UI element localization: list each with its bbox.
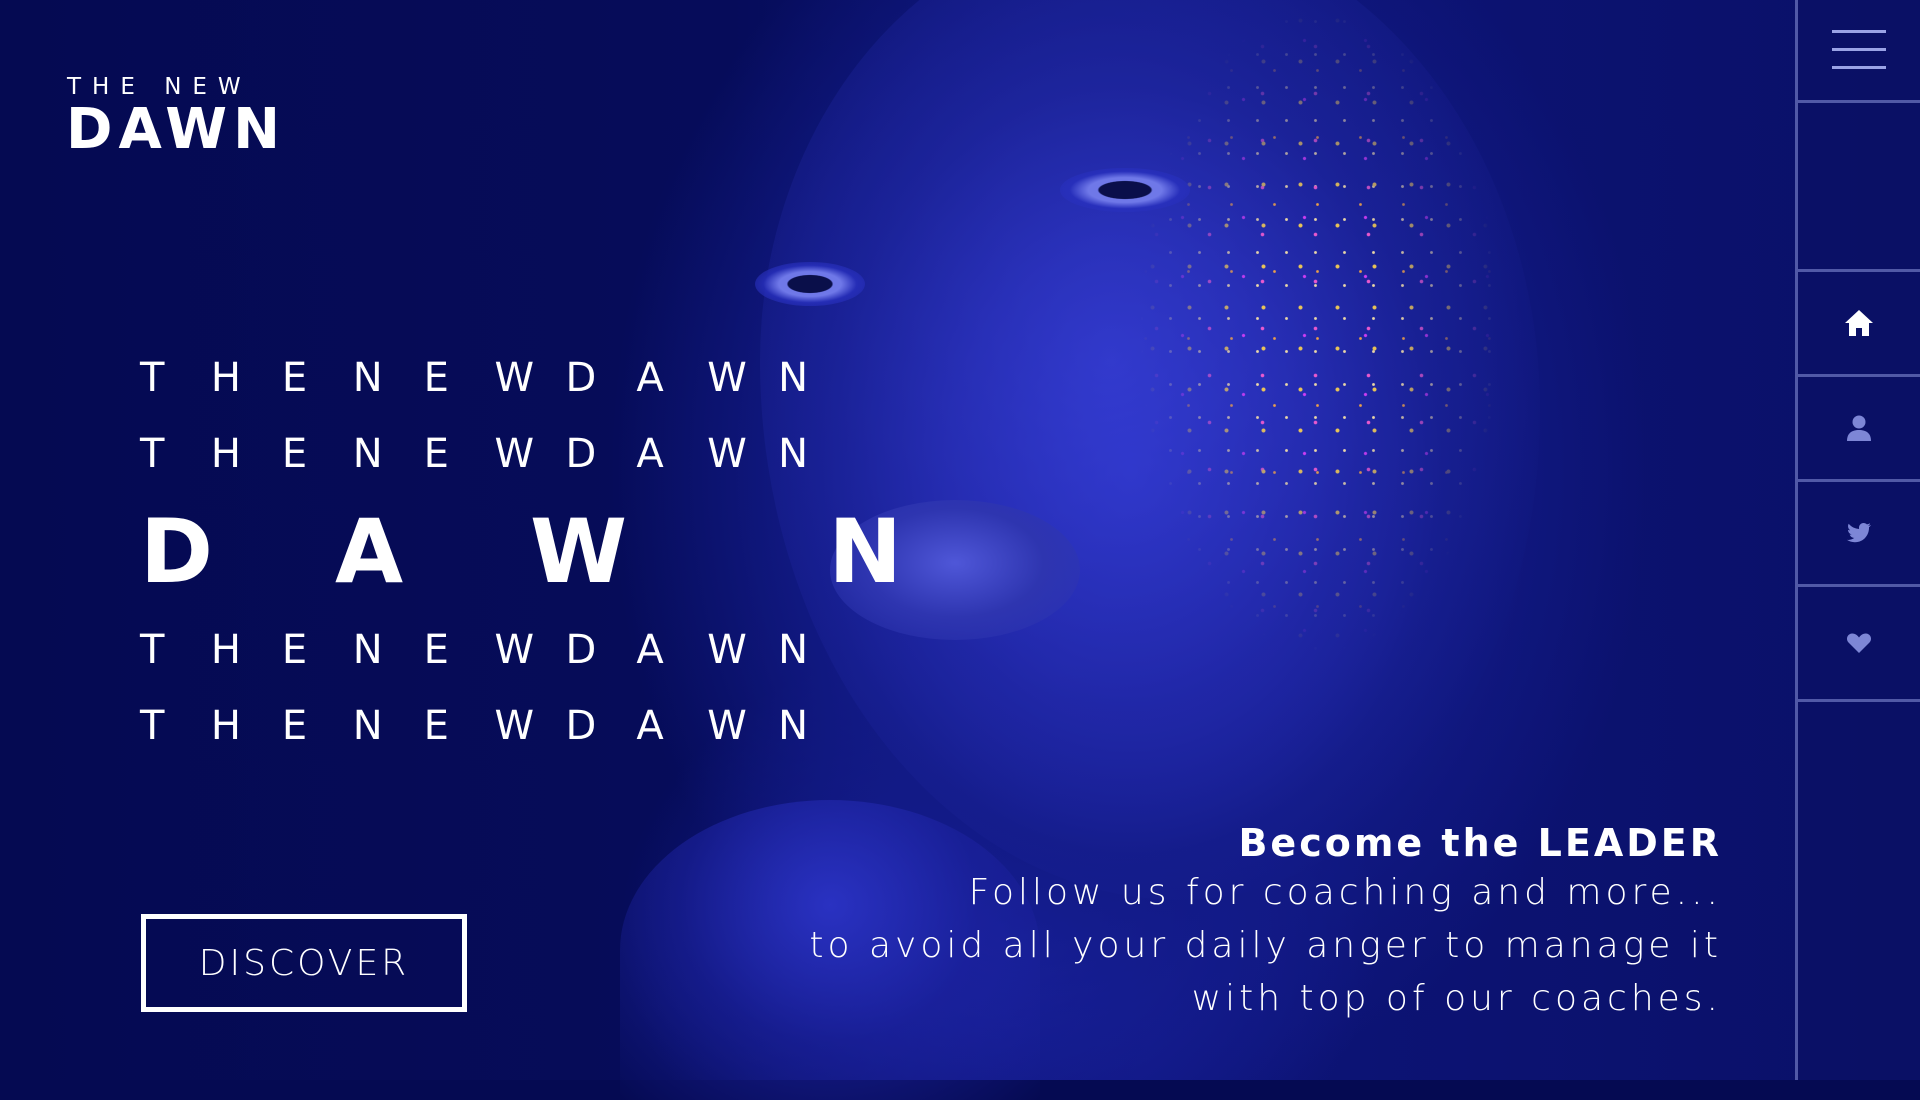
title-letter: T — [140, 431, 165, 477]
title-letter: E — [423, 627, 449, 673]
twitter-icon — [1847, 522, 1871, 543]
title-letter: E — [423, 431, 449, 477]
glitter-sparkles — [1060, 0, 1620, 900]
title-letter: D — [565, 431, 597, 477]
heart-icon — [1846, 633, 1872, 653]
right-sidebar — [1795, 0, 1920, 1080]
promo-heading: Become the LEADER — [1238, 821, 1722, 865]
title-letter: N — [778, 431, 809, 477]
title-letter: E — [423, 355, 449, 401]
title-letter: D — [565, 627, 597, 673]
title-letter: W — [707, 431, 747, 477]
title-row-3: T H E N E W D A W N — [140, 612, 920, 688]
title-letter: W — [707, 703, 747, 749]
logo-main-text: DAWN — [66, 97, 286, 162]
title-letter: T — [140, 355, 165, 401]
title-big-letter: N — [828, 499, 902, 603]
title-letter: N — [352, 703, 383, 749]
title-letter: W — [707, 355, 747, 401]
title-letter: T — [140, 627, 165, 673]
title-letter: N — [778, 703, 809, 749]
promo-text: Become the LEADER Follow us for coaching… — [809, 820, 1722, 1025]
title-big-letter: A — [335, 499, 404, 603]
title-letter: W — [494, 431, 535, 477]
menu-button[interactable] — [1798, 0, 1920, 103]
title-letter: E — [281, 431, 308, 477]
sidebar-item-favorites[interactable] — [1798, 587, 1920, 702]
title-letter: E — [423, 703, 449, 749]
title-letter: N — [778, 627, 809, 673]
sidebar-item-home[interactable] — [1798, 272, 1920, 377]
promo-line-2: to avoid all your daily anger to manage … — [809, 925, 1722, 966]
portrait-right-eye — [1060, 168, 1190, 212]
promo-line-3: with top of our coaches. — [1191, 978, 1722, 1019]
title-letter: W — [494, 627, 535, 673]
title-letter: W — [494, 355, 535, 401]
sidebar-item-user[interactable] — [1798, 377, 1920, 482]
title-big-dawn: D A W N — [140, 496, 920, 606]
discover-button[interactable]: DISCOVER — [141, 914, 467, 1012]
title-row-1: T H E N E W D A W N — [140, 340, 920, 416]
title-letter: A — [636, 431, 664, 477]
home-icon — [1845, 310, 1873, 336]
title-letter: A — [636, 627, 664, 673]
title-letter: H — [210, 431, 241, 477]
title-letter: T — [140, 703, 165, 749]
title-letter: D — [565, 355, 597, 401]
title-letter: H — [210, 627, 241, 673]
sidebar-item-twitter[interactable] — [1798, 482, 1920, 587]
title-letter: N — [352, 355, 383, 401]
title-big-letter: W — [530, 499, 628, 603]
title-letter: A — [636, 703, 664, 749]
sidebar-blank-cell — [1798, 103, 1920, 272]
title-letter: A — [636, 355, 664, 401]
title-letter: H — [210, 703, 241, 749]
hero-title: T H E N E W D A W N T H E N E W D A W N … — [140, 340, 920, 764]
site-logo[interactable]: THE NEW DAWN — [66, 74, 286, 160]
title-big-letter: D — [140, 499, 214, 603]
title-letter: N — [352, 627, 383, 673]
title-letter: E — [281, 355, 308, 401]
title-letter: H — [210, 355, 241, 401]
title-letter: W — [707, 627, 747, 673]
promo-line-1: Follow us for coaching and more... — [968, 872, 1722, 913]
title-letter: E — [281, 703, 308, 749]
title-letter: D — [565, 703, 597, 749]
title-letter: N — [778, 355, 809, 401]
title-letter: E — [281, 627, 308, 673]
title-letter: N — [352, 431, 383, 477]
title-row-2: T H E N E W D A W N — [140, 416, 920, 492]
title-row-4: T H E N E W D A W N — [140, 688, 920, 764]
menu-icon — [1832, 30, 1886, 70]
title-letter: W — [494, 703, 535, 749]
user-icon — [1847, 415, 1871, 441]
portrait-left-eye — [755, 262, 865, 306]
